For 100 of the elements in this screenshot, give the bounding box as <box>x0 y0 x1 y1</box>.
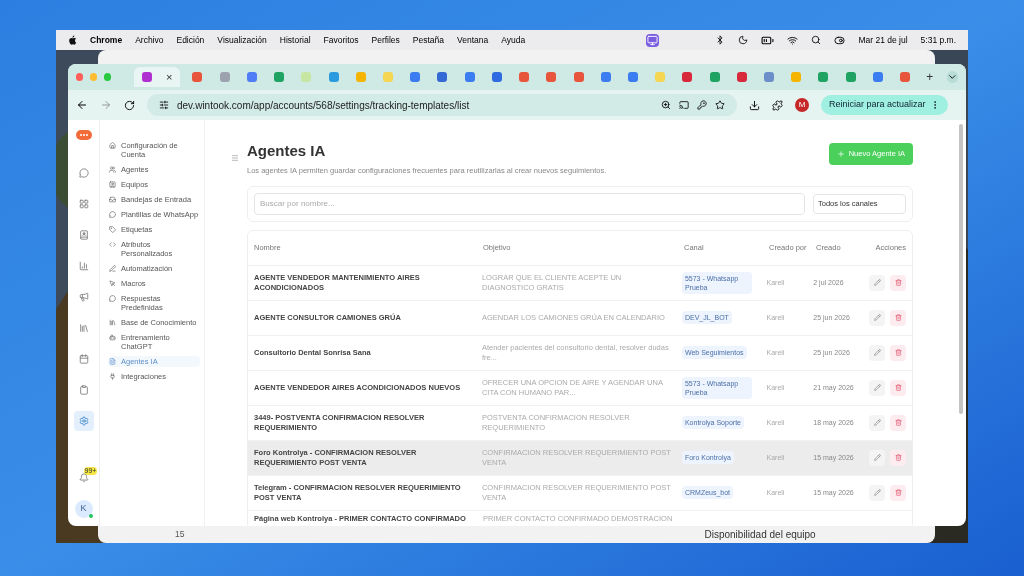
tab-search-icon[interactable] <box>947 71 958 83</box>
trash-icon <box>894 384 902 392</box>
menu-item[interactable]: Edición <box>176 33 205 47</box>
tab-close-button[interactable]: × <box>165 71 173 83</box>
edit-button[interactable] <box>869 379 885 396</box>
search-icon[interactable] <box>811 35 822 45</box>
chat-icon <box>78 168 89 178</box>
pencil-icon <box>873 384 881 392</box>
edit-button[interactable] <box>869 414 885 431</box>
apple-icon[interactable] <box>68 35 77 45</box>
edit-button[interactable] <box>869 309 885 326</box>
menu-item[interactable]: Favoritos <box>323 33 359 47</box>
trash-icon <box>894 349 902 357</box>
menu-item[interactable]: Perfiles <box>371 33 400 47</box>
minimize-window-button[interactable] <box>90 73 98 81</box>
trash-icon <box>894 314 902 322</box>
menu-item[interactable]: Ayuda <box>501 33 526 47</box>
field-label: Disponibilidad del equipo <box>704 528 816 542</box>
maximize-window-button[interactable] <box>104 73 112 81</box>
edit-button[interactable] <box>869 274 885 291</box>
code-icon <box>109 241 116 248</box>
back-icon[interactable] <box>76 99 88 111</box>
delete-button[interactable] <box>890 344 906 361</box>
menu-item[interactable]: Visualización <box>217 33 267 47</box>
scrollbar-thumb[interactable] <box>959 124 963 414</box>
menu-item[interactable]: Historial <box>279 33 311 47</box>
control-center-icon[interactable] <box>834 34 846 46</box>
download-icon[interactable] <box>749 99 760 111</box>
users-icon <box>109 166 116 173</box>
books-icon <box>109 319 116 326</box>
delete-button[interactable] <box>890 414 906 431</box>
pencil-icon <box>873 349 881 357</box>
calendar-icon <box>78 354 89 364</box>
pencil-icon <box>873 314 881 322</box>
tag-icon <box>109 226 116 233</box>
zoom-icon[interactable] <box>661 100 671 110</box>
user-avatar[interactable]: K <box>74 500 93 518</box>
close-window-button[interactable] <box>76 73 84 81</box>
screen-record-icon[interactable] <box>646 33 660 47</box>
date-text: Mar 21 de jul <box>858 33 908 47</box>
id-card-icon <box>109 181 116 188</box>
pen-icon <box>109 265 116 272</box>
megaphone-icon <box>78 292 89 302</box>
cast-icon[interactable] <box>679 100 689 110</box>
pointer-icon <box>109 280 116 287</box>
reload-icon[interactable] <box>124 99 135 111</box>
board-icon <box>78 199 89 209</box>
delete-button[interactable] <box>890 449 906 466</box>
delete-button[interactable] <box>890 379 906 396</box>
delete-button[interactable] <box>890 484 906 501</box>
pencil-icon <box>873 454 881 462</box>
rail-item[interactable] <box>73 411 94 431</box>
bookmark-star-icon[interactable] <box>715 100 725 110</box>
browser-tab[interactable]: × <box>133 67 181 87</box>
moon-icon[interactable] <box>738 35 749 45</box>
pencil-icon <box>873 489 881 497</box>
plug-icon <box>109 373 116 380</box>
menu-icon[interactable] <box>231 154 239 162</box>
clipboard-icon <box>78 385 89 395</box>
row-number: 15 <box>175 528 185 541</box>
edit-button[interactable] <box>869 449 885 466</box>
chart-icon <box>78 261 89 271</box>
notifications-icon[interactable] <box>78 473 89 483</box>
profile-avatar[interactable]: M <box>795 98 809 112</box>
trash-icon <box>894 489 902 497</box>
time-text: 5:31 p.m. <box>920 33 956 47</box>
app-menu[interactable]: Chrome <box>90 33 123 47</box>
document-icon <box>109 358 116 365</box>
menu-item[interactable]: Archivo <box>135 33 164 47</box>
page-title: Agentes IA <box>247 141 327 161</box>
trash-icon <box>894 454 902 462</box>
edit-button[interactable] <box>869 344 885 361</box>
url-text: dev.wintook.com/app/accounts/568/settings/tracking-templates/list <box>177 98 471 113</box>
wifi-icon[interactable] <box>787 34 799 46</box>
bot-icon <box>109 334 116 341</box>
pencil-icon <box>873 419 881 427</box>
trash-icon <box>894 279 902 287</box>
key-icon[interactable] <box>697 100 707 110</box>
contact-book-icon <box>78 230 89 240</box>
home-icon <box>109 142 116 149</box>
logo-icon <box>75 130 92 140</box>
plus-icon <box>836 150 845 158</box>
delete-button[interactable] <box>890 274 906 291</box>
menu-item[interactable]: Ventana <box>457 33 489 47</box>
search-field[interactable]: Buscar por nombre... <box>254 192 805 215</box>
books-icon <box>78 323 89 333</box>
chat-icon <box>109 211 116 218</box>
inbox-icon <box>109 196 116 203</box>
delete-button[interactable] <box>890 309 906 326</box>
site-info-icon[interactable] <box>159 100 169 110</box>
extensions-icon[interactable] <box>772 99 783 111</box>
bluetooth-icon[interactable] <box>715 35 726 45</box>
new-tab-button[interactable]: + <box>926 68 934 86</box>
menu-item[interactable]: Pestaña <box>412 33 445 47</box>
pencil-icon <box>873 279 881 287</box>
forward-icon[interactable] <box>100 99 112 111</box>
update-button[interactable]: Reiniciar para actualizar <box>821 95 948 115</box>
trash-icon <box>894 419 902 427</box>
edit-button[interactable] <box>869 484 885 501</box>
address-bar[interactable]: dev.wintook.com/app/accounts/568/settings/tracking-templates/list <box>147 94 737 116</box>
